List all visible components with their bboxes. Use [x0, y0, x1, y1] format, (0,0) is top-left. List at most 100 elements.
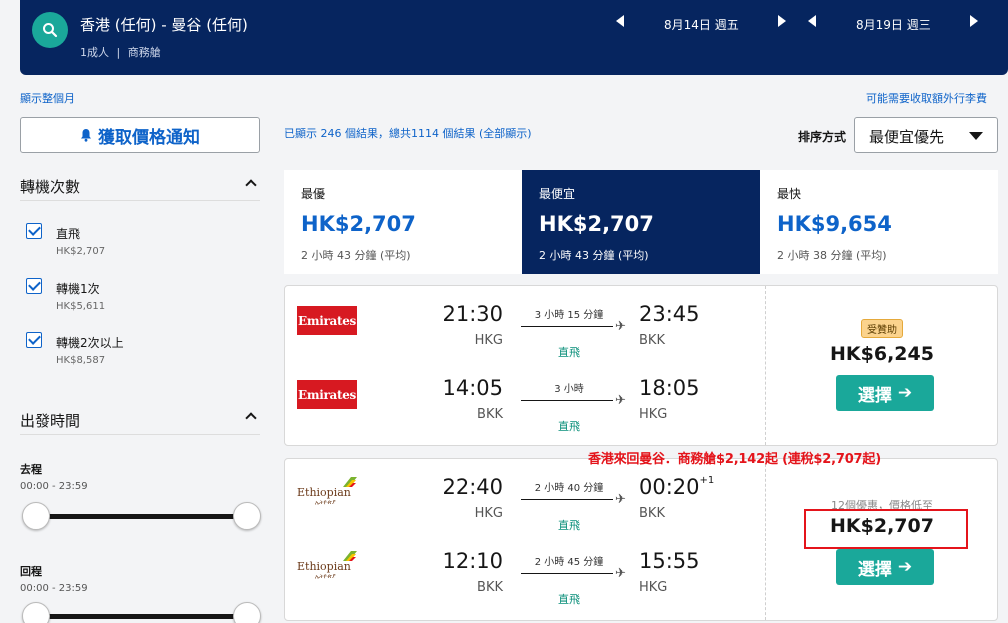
- stops-price-two-plus: HK$8,587: [56, 355, 106, 366]
- select-label: 選擇: [857, 559, 892, 580]
- flight-duration: 3 小時: [554, 384, 584, 395]
- outbound-label: 去程: [20, 463, 42, 476]
- route-line: [521, 326, 613, 327]
- card-divider: [765, 459, 766, 620]
- tab-fastest-duration: 2 小時 38 分鐘 (平均): [777, 249, 887, 262]
- next-depart-date-icon[interactable]: [778, 15, 786, 27]
- stops-checkbox-one[interactable]: [26, 278, 42, 294]
- arrival-airport: HKG: [639, 580, 668, 595]
- select-flight-button[interactable]: 選擇 ➔: [836, 549, 934, 585]
- departure-airport: HKG: [474, 333, 503, 348]
- show-month-link[interactable]: 顯示整個月: [20, 90, 75, 106]
- passenger-count: 1成人: [80, 46, 109, 59]
- sort-value: 最便宜優先: [869, 128, 945, 146]
- passenger-cabin[interactable]: 1成人 | 商務艙: [80, 44, 161, 60]
- plane-icon: ✈: [615, 492, 626, 507]
- ethiopian-wordmark: Ethiopian: [297, 560, 351, 573]
- flight-price: HK$6,245: [830, 343, 934, 365]
- depart-date[interactable]: 8月14日 週五: [664, 16, 739, 33]
- return-label: 回程: [20, 565, 42, 578]
- separator: |: [116, 46, 121, 59]
- collapse-departure-icon[interactable]: [245, 412, 257, 424]
- plane-icon: ✈: [615, 319, 626, 334]
- ethiopian-logo: Ethiopian ኢትዮጵያ: [297, 477, 361, 511]
- price-alert-button[interactable]: 獲取價格通知: [20, 117, 260, 153]
- departure-time: 21:30: [442, 302, 503, 326]
- arrow-right-icon: ➔: [897, 557, 913, 577]
- route-title[interactable]: 香港 (任何) - 曼谷 (任何): [80, 14, 248, 35]
- stops-label-two-plus: 轉機2次以上: [56, 336, 124, 350]
- search-button[interactable]: [32, 12, 68, 48]
- tab-cheapest-price: HK$2,707: [539, 212, 654, 236]
- arrival-time-value: 00:20: [639, 475, 700, 499]
- tab-best-duration: 2 小時 43 分鐘 (平均): [301, 249, 411, 262]
- arrival-airport: BKK: [639, 506, 665, 521]
- return-leg: Ethiopian ኢትዮጵያ 12:10 BKK 2 小時 45 分鐘 ✈ 直…: [285, 533, 765, 606]
- stops-filter-title: 轉機次數: [20, 178, 81, 196]
- outbound-leg: Ethiopian ኢትዮጵያ 22:40 HKG 2 小時 40 分鐘 ✈ 直…: [285, 459, 765, 532]
- divider: [20, 434, 260, 435]
- arrow-right-icon: ➔: [897, 383, 913, 403]
- next-return-date-icon[interactable]: [970, 15, 978, 27]
- arrival-airport: BKK: [639, 333, 665, 348]
- dropdown-arrow-icon: [969, 132, 983, 140]
- outbound-leg: Emirates 21:30 HKG 3 小時 15 分鐘 ✈ 直飛 23:45…: [285, 286, 765, 359]
- promo-annotation: 香港來回曼谷．商務艙$2,142起 (連稅$2,707起): [588, 452, 881, 467]
- tab-cheapest[interactable]: 最便宜 HK$2,707 2 小時 43 分鐘 (平均): [522, 170, 760, 274]
- tab-cheapest-duration: 2 小時 43 分鐘 (平均): [539, 249, 649, 262]
- select-flight-button[interactable]: 選擇 ➔: [836, 375, 934, 411]
- arrival-time: 18:05: [639, 376, 700, 400]
- stops-info: 直飛: [558, 346, 580, 359]
- ethiopian-script: ኢትዮጵያ: [315, 573, 336, 580]
- select-label: 選擇: [857, 385, 892, 406]
- sort-label: 排序方式: [798, 130, 847, 144]
- route-line: [521, 573, 613, 574]
- return-date[interactable]: 8月19日 週三: [856, 16, 931, 33]
- departure-airport: HKG: [474, 506, 503, 521]
- departure-airport: BKK: [477, 580, 503, 595]
- return-range: 00:00 - 23:59: [20, 583, 88, 594]
- outbound-slider-min-handle[interactable]: [22, 502, 50, 530]
- ethiopian-script: ኢትዮጵያ: [315, 499, 336, 506]
- search-header[interactable]: 香港 (任何) - 曼谷 (任何) 1成人 | 商務艙 8月14日 週五 8月1…: [20, 0, 1008, 75]
- flight-duration: 3 小時 15 分鐘: [534, 310, 604, 321]
- price-highlight-box: [804, 509, 968, 549]
- sort-dropdown[interactable]: 最便宜優先: [854, 117, 998, 153]
- return-slider-max-handle[interactable]: [233, 602, 261, 623]
- emirates-logo: Emirates: [297, 306, 357, 335]
- baggage-fees-link[interactable]: 可能需要收取額外行李費: [866, 90, 987, 106]
- arrival-time: 00:20+1: [639, 475, 714, 499]
- flight-duration: 2 小時 40 分鐘: [534, 483, 604, 494]
- plane-icon: ✈: [615, 393, 626, 408]
- ethiopian-wordmark: Ethiopian: [297, 486, 351, 499]
- tab-fastest-name: 最快: [777, 187, 802, 201]
- collapse-stops-icon[interactable]: [245, 179, 257, 191]
- card-divider: [765, 286, 766, 445]
- arrival-airport: HKG: [639, 407, 668, 422]
- stops-price-one: HK$5,611: [56, 301, 106, 312]
- outbound-slider-track[interactable]: [34, 514, 248, 519]
- results-summary-link[interactable]: 已顯示 246 個結果，總共1114 個結果 (全部顯示): [284, 125, 532, 141]
- departure-time: 12:10: [442, 549, 503, 573]
- flight-card[interactable]: Emirates 21:30 HKG 3 小時 15 分鐘 ✈ 直飛 23:45…: [284, 285, 998, 446]
- return-slider-track[interactable]: [34, 614, 248, 619]
- ethiopian-logo: Ethiopian ኢትዮጵያ: [297, 551, 361, 585]
- divider: [20, 200, 260, 201]
- outbound-range: 00:00 - 23:59: [20, 481, 88, 492]
- cabin-class: 商務艙: [127, 46, 161, 59]
- stops-checkbox-two-plus[interactable]: [26, 332, 42, 348]
- prev-depart-date-icon[interactable]: [616, 15, 624, 27]
- tab-fastest-price: HK$9,654: [777, 212, 892, 236]
- bell-icon: [81, 129, 91, 142]
- departure-time: 22:40: [442, 475, 503, 499]
- departure-time: 14:05: [442, 376, 503, 400]
- stops-checkbox-direct[interactable]: [26, 223, 42, 239]
- tab-best[interactable]: 最優 HK$2,707 2 小時 43 分鐘 (平均): [284, 170, 522, 274]
- return-slider-min-handle[interactable]: [22, 602, 50, 623]
- arrival-time: 15:55: [639, 549, 700, 573]
- next-day-marker: +1: [699, 475, 715, 486]
- stops-label-one: 轉機1次: [56, 282, 100, 296]
- prev-return-date-icon[interactable]: [808, 15, 816, 27]
- tab-fastest[interactable]: 最快 HK$9,654 2 小時 38 分鐘 (平均): [760, 170, 998, 274]
- outbound-slider-max-handle[interactable]: [233, 502, 261, 530]
